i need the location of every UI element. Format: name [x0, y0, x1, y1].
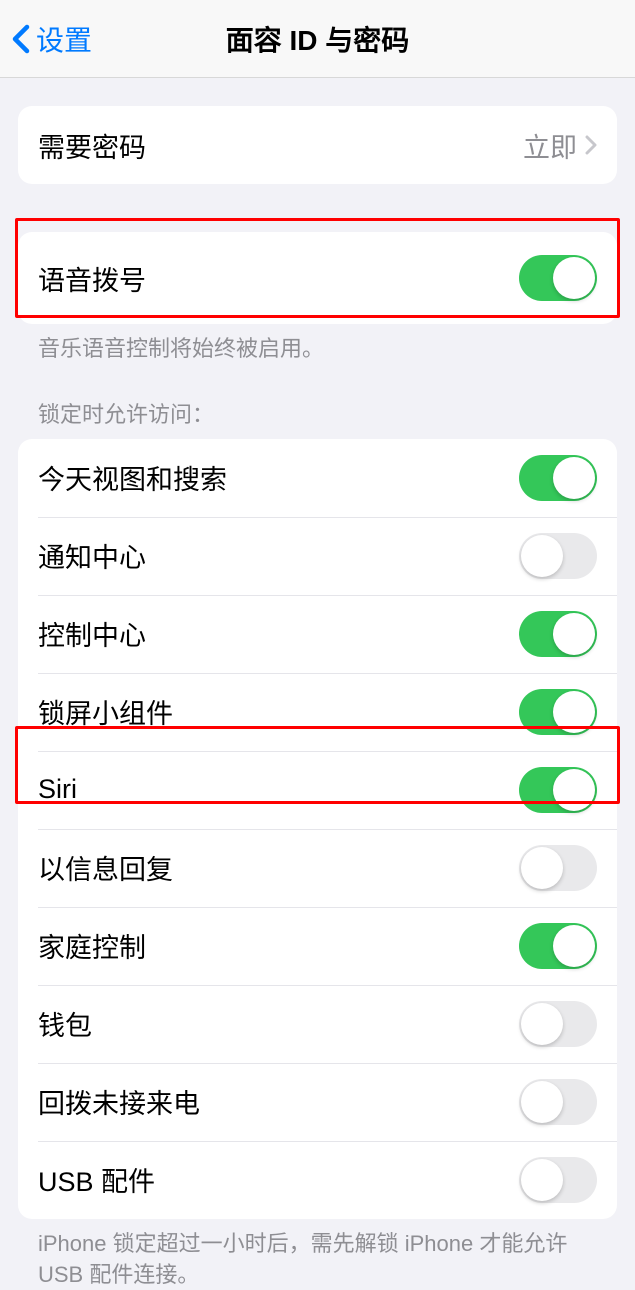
back-button[interactable]: 设置	[12, 19, 92, 59]
lock-access-label: 以信息回复	[38, 848, 173, 887]
lock-access-row: 回拨未接来电	[18, 1063, 617, 1141]
lock-access-row: 锁屏小组件	[18, 673, 617, 751]
lock-access-row: Siri	[18, 751, 617, 829]
lock-access-row: 今天视图和搜索	[18, 439, 617, 517]
lock-access-switch[interactable]	[519, 455, 597, 501]
lock-access-switch[interactable]	[519, 767, 597, 813]
lock-access-label: 锁屏小组件	[38, 692, 173, 731]
lock-access-switch[interactable]	[519, 611, 597, 657]
navigation-bar: 设置 面容 ID 与密码	[0, 0, 635, 78]
lock-access-footer: iPhone 锁定超过一小时后，需先解锁 iPhone 才能允许 USB 配件连…	[18, 1219, 617, 1290]
lock-access-row: 钱包	[18, 985, 617, 1063]
lock-access-label: 今天视图和搜索	[38, 458, 227, 497]
lock-access-header: 锁定时允许访问：	[18, 397, 617, 439]
require-passcode-label: 需要密码	[38, 126, 146, 165]
lock-access-label: 控制中心	[38, 614, 146, 653]
voice-dial-switch[interactable]	[519, 255, 597, 301]
lock-access-switch[interactable]	[519, 533, 597, 579]
lock-access-row: 以信息回复	[18, 829, 617, 907]
lock-access-row: 通知中心	[18, 517, 617, 595]
require-passcode-value: 立即	[523, 126, 577, 165]
lock-access-switch[interactable]	[519, 1001, 597, 1047]
lock-access-list: 今天视图和搜索通知中心控制中心锁屏小组件 Siri 以信息回复家庭控制钱包回拨未接来…	[18, 439, 617, 1219]
chevron-right-icon	[585, 135, 597, 155]
voice-dial-footer: 音乐语音控制将始终被启用。	[18, 324, 617, 365]
lock-access-label: USB 配件	[38, 1160, 155, 1199]
lock-access-switch[interactable]	[519, 1157, 597, 1203]
page-title: 面容 ID 与密码	[226, 19, 410, 59]
lock-access-row: 控制中心	[18, 595, 617, 673]
lock-access-label: 钱包	[38, 1004, 92, 1043]
require-passcode-row[interactable]: 需要密码 立即	[18, 106, 617, 184]
lock-access-switch[interactable]	[519, 845, 597, 891]
lock-access-switch[interactable]	[519, 689, 597, 735]
lock-access-switch[interactable]	[519, 923, 597, 969]
lock-access-row: 家庭控制	[18, 907, 617, 985]
lock-access-label: 家庭控制	[38, 926, 146, 965]
back-label: 设置	[36, 19, 92, 59]
lock-access-row: USB 配件	[18, 1141, 617, 1219]
voice-dial-label: 语音拨号	[38, 259, 146, 298]
lock-access-switch[interactable]	[519, 1079, 597, 1125]
voice-dial-row: 语音拨号	[18, 232, 617, 324]
chevron-left-icon	[12, 24, 30, 54]
lock-access-label: 通知中心	[38, 536, 146, 575]
lock-access-label: 回拨未接来电	[38, 1082, 200, 1121]
lock-access-label: Siri	[38, 774, 77, 805]
